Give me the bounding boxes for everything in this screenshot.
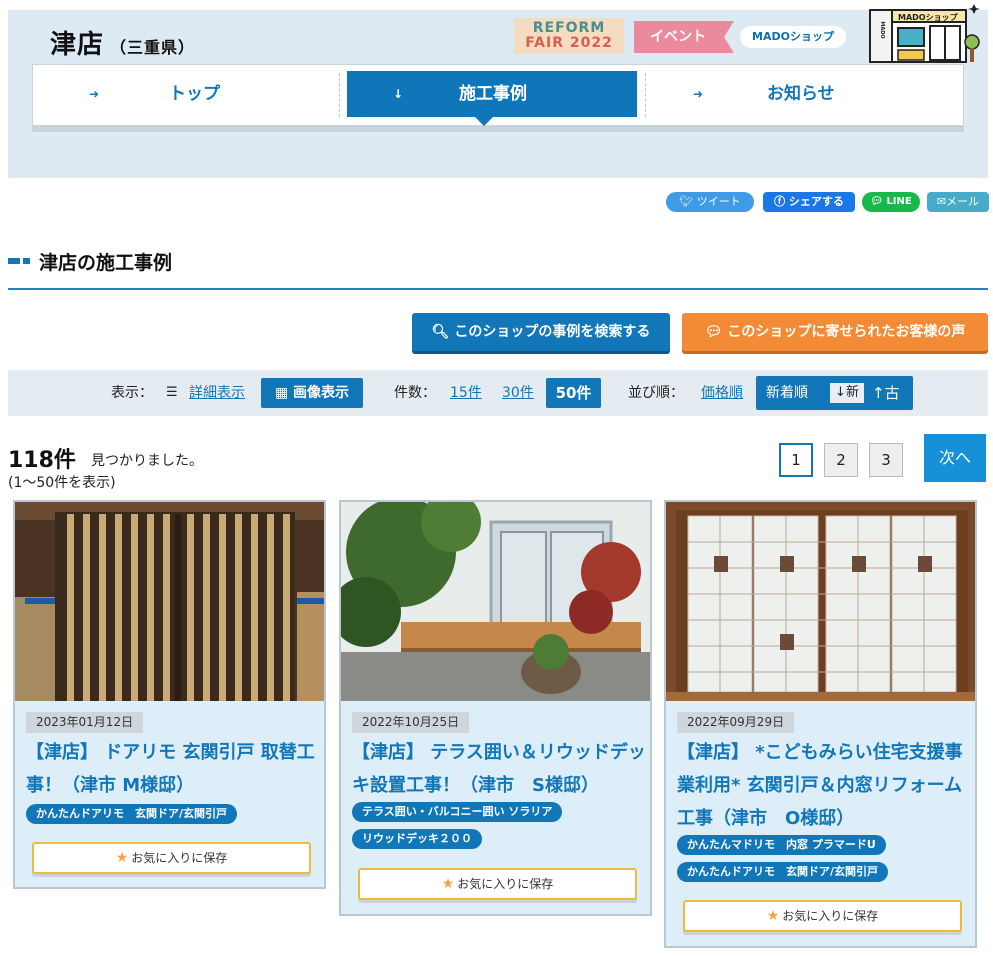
product-tag[interactable]: テラス囲い・バルコニー囲い ソラリア [352, 802, 563, 822]
case-card[interactable]: 2022年09月29日 【津店】 *こどもみらい住宅支援事業利用* 玄関引戸＆内… [664, 500, 977, 948]
nav-tab-cases[interactable]: ↓ 施工事例 [347, 71, 637, 126]
favorite-save-label: お気に入りに保存 [782, 909, 879, 923]
product-tag[interactable]: かんたんドアリモ 玄関ドア/玄関引戸 [26, 804, 238, 824]
page-3-button[interactable]: 3 [869, 443, 903, 477]
sort-newest-label: 新着順 [766, 385, 808, 401]
main-nav: ➜ トップ ↓ 施工事例 ➜ お知らせ [32, 64, 964, 126]
result-found-text: 見つかりました。 [91, 453, 203, 469]
page-2-button[interactable]: 2 [824, 443, 858, 477]
line-icon: 💬︎ [870, 196, 883, 207]
result-range: (1～50件を表示) [8, 475, 116, 491]
mail-label: メール [946, 195, 980, 208]
favorite-save-button[interactable]: ★ お気に入りに保存 [32, 842, 311, 874]
line-label: LINE [886, 196, 912, 207]
case-card[interactable]: 2023年01月12日 【津店】 ドアリモ 玄関引戸 取替工事！（津市 M様邸）… [13, 500, 326, 889]
next-page-button[interactable]: 次へ [924, 434, 986, 482]
shop-building-icon: MADOショップ MADO [869, 4, 980, 63]
case-photo-terrace-deck[interactable] [341, 502, 650, 701]
facebook-share-button[interactable]: ⓕ シェアする [763, 192, 855, 212]
illust-sign-text: MADOショップ [898, 12, 959, 22]
shop-header: 津店 （三重県） REFORM FAIR 2022 イベント MADOショップ M… [8, 4, 988, 178]
case-title-link[interactable]: 【津店】 ドアリモ 玄関引戸 取替工事！（津市 M様邸） [26, 736, 320, 802]
nav-divider [339, 73, 340, 117]
page-1-button[interactable]: 1 [779, 443, 813, 477]
favorite-save-button[interactable]: ★ お気に入りに保存 [358, 868, 637, 900]
customer-voice-label: このショップに寄せられたお客様の声 [727, 324, 966, 340]
heading-mark-icon [8, 258, 30, 264]
sort-newest-control: 新着順 ↓新 ↑古 [756, 376, 913, 410]
product-tag[interactable]: かんたんマドリモ 内窓 プラマードU [677, 835, 886, 855]
facebook-icon: ⓕ [774, 195, 786, 208]
nav-tab-top-label: トップ [169, 84, 220, 104]
section-heading: 津店の施工事例 [8, 246, 988, 290]
arrow-right-icon: ➜ [89, 87, 100, 101]
case-date: 2023年01月12日 [26, 712, 144, 733]
search-icon: 🔍︎ [431, 324, 450, 340]
grid-icon: ▦ [274, 385, 289, 401]
favorite-save-button[interactable]: ★ お気に入りに保存 [683, 900, 962, 932]
mail-share-button[interactable]: ✉メール [927, 192, 989, 212]
arrow-right-icon: ➜ [693, 87, 704, 101]
bird-icon: 🐦︎ [679, 195, 694, 208]
count-30-link[interactable]: 30件 [502, 370, 534, 416]
nav-tab-news-label: お知らせ [767, 84, 835, 104]
count-15-link[interactable]: 15件 [450, 370, 482, 416]
reform-fair-banner[interactable]: REFORM FAIR 2022 [514, 18, 624, 54]
shop-title: 津店 （三重県） [50, 24, 195, 61]
detail-view-link[interactable]: 詳細表示 [189, 370, 245, 416]
case-title-link[interactable]: 【津店】 テラス囲い＆リウッドデッキ設置工事！（津市 S様邸） [352, 736, 646, 802]
list-icon: ☰ [166, 385, 178, 400]
star-icon: ★ [441, 876, 455, 892]
case-date: 2022年10月25日 [352, 712, 470, 733]
image-view-button[interactable]: ▦ 画像表示 [261, 378, 363, 408]
reform-fair-line1: REFORM [532, 20, 606, 36]
facebook-label: シェアする [788, 195, 844, 208]
sort-asc-button[interactable]: ↑古 [872, 376, 900, 410]
tweet-button[interactable]: 🐦︎ ツイート [666, 192, 754, 212]
product-tag[interactable]: リウッドデッキ２００ [352, 829, 482, 849]
favorite-save-label: お気に入りに保存 [131, 851, 228, 865]
filter-bar: 表示： ☰ 詳細表示 ▦ 画像表示 件数： 15件 30件 50件 並び順： 価… [8, 370, 988, 416]
line-share-button[interactable]: 💬︎ LINE [862, 192, 920, 212]
sort-price-link[interactable]: 価格順 [701, 370, 743, 416]
display-label: 表示： [111, 385, 153, 401]
sort-label: 並び順： [628, 385, 684, 401]
case-title-link[interactable]: 【津店】 *こどもみらい住宅支援事業利用* 玄関引戸＆内窓リフォーム工事（津市 … [677, 736, 971, 835]
mado-shop-link[interactable]: MADOショップ [740, 26, 846, 48]
count-label: 件数： [394, 385, 436, 401]
shop-name: 津店 [50, 30, 105, 60]
case-photo-inner-window[interactable] [666, 502, 975, 701]
result-count: 118件 [8, 448, 76, 473]
customer-voice-button[interactable]: 💬︎ このショップに寄せられたお客様の声 [682, 313, 988, 351]
search-cases-button[interactable]: 🔍︎ このショップの事例を検索する [412, 313, 670, 351]
event-link[interactable]: イベント [634, 21, 734, 53]
star-icon: ★ [115, 850, 129, 866]
illust-side-text: MADO [879, 21, 885, 38]
mail-icon: ✉ [936, 195, 947, 208]
arrow-down-icon: ↓ [393, 87, 404, 101]
product-tag[interactable]: かんたんドアリモ 玄関ドア/玄関引戸 [677, 862, 889, 882]
nav-tab-news[interactable]: ➜ お知らせ [645, 71, 955, 117]
count-50-button[interactable]: 50件 [546, 378, 601, 408]
case-date: 2022年09月29日 [677, 712, 795, 733]
tweet-label: ツイート [696, 195, 741, 208]
star-icon: ★ [766, 908, 780, 924]
speech-bubble-icon: 💬︎ [704, 324, 723, 340]
sort-desc-button[interactable]: ↓新 [830, 383, 864, 403]
section-title: 津店の施工事例 [39, 252, 173, 274]
reform-fair-line2: FAIR 2022 [525, 35, 613, 51]
image-view-label: 画像表示 [293, 385, 350, 401]
case-card[interactable]: 2022年10月25日 【津店】 テラス囲い＆リウッドデッキ設置工事！（津市 S… [339, 500, 652, 916]
search-cases-label: このショップの事例を検索する [454, 324, 651, 340]
nav-tab-cases-label: 施工事例 [459, 84, 527, 104]
favorite-save-label: お気に入りに保存 [457, 877, 554, 891]
shop-prefecture: （三重県） [110, 38, 196, 57]
nav-tab-top[interactable]: ➜ トップ [43, 71, 339, 117]
case-photo-sliding-door[interactable] [15, 502, 324, 701]
